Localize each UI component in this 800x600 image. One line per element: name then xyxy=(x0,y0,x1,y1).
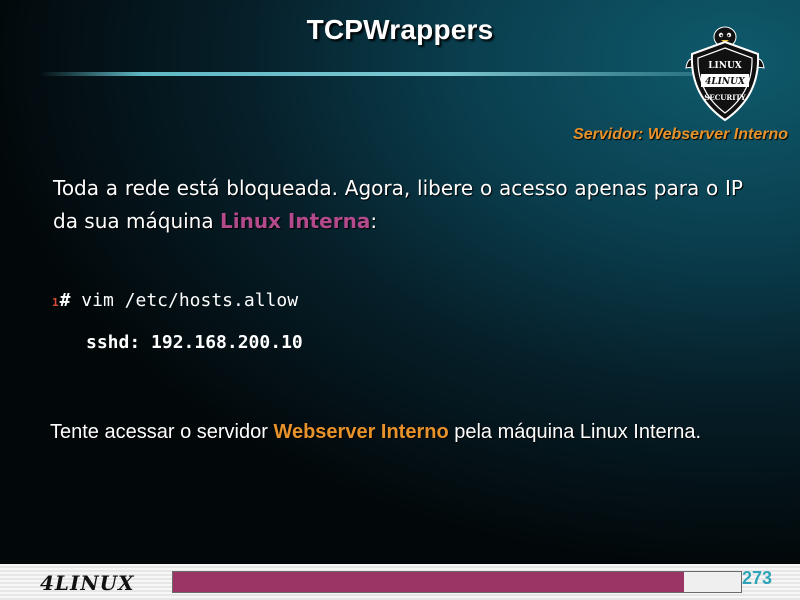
command-prompt: # xyxy=(59,290,71,311)
command-line: 1# vim /etc/hosts.allow xyxy=(52,290,298,311)
slide-title: TCPWrappers xyxy=(306,14,494,45)
badge-bottom-text: SECURITY xyxy=(704,93,746,102)
title-divider xyxy=(40,72,720,76)
page-number: 273 xyxy=(741,568,772,588)
progress-bar xyxy=(172,571,742,593)
intro-text: Toda a rede está bloqueada. Agora, liber… xyxy=(53,176,743,233)
config-line: sshd: 192.168.200.10 xyxy=(86,332,303,353)
linux-security-badge: LINUX 4LINUX SECURITY xyxy=(685,26,765,122)
task-highlight: Webserver Interno xyxy=(273,421,449,443)
intro-highlight: Linux Interna xyxy=(219,209,371,233)
task-suffix: pela máquina Linux Interna. xyxy=(448,421,702,443)
task-text: Tente acessar o servidor Webserver Inter… xyxy=(50,421,701,444)
server-subtitle: Servidor: Webserver Interno xyxy=(573,126,788,143)
footer-bar: 4LINUX 273 xyxy=(0,564,800,600)
task-prefix: Tente acessar o servidor xyxy=(50,421,274,443)
command-text: vim /etc/hosts.allow xyxy=(70,290,299,311)
badge-top-text: LINUX xyxy=(708,61,742,71)
intro-paragraph: Toda a rede está bloqueada. Agora, liber… xyxy=(53,172,743,238)
progress-fill xyxy=(173,572,685,592)
badge-center-text: 4LINUX xyxy=(705,77,746,87)
line-number: 1 xyxy=(52,296,59,309)
footer-logo: 4LINUX xyxy=(40,571,135,595)
intro-suffix: : xyxy=(370,209,378,233)
